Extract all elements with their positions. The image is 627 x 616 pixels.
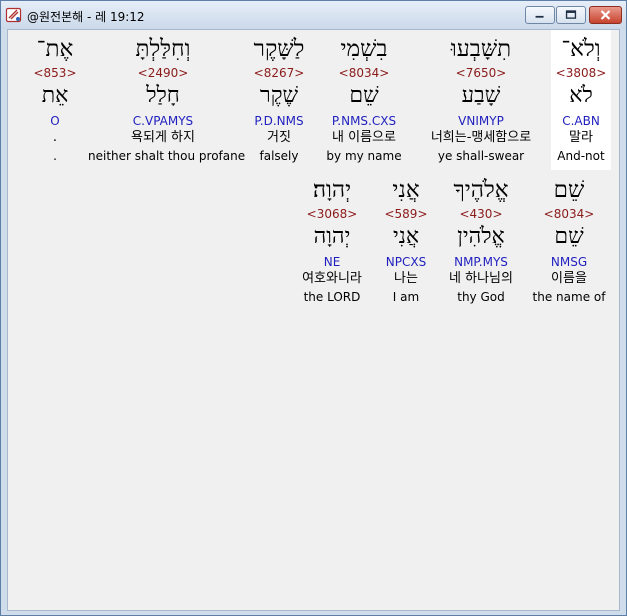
hebrew-word: תִשָּׁבְעוּ [450,36,512,62]
hebrew-word: אֶת־ [36,36,74,62]
lemma: אֵת [41,83,69,108]
korean-gloss: 내 이름으로 [332,130,396,145]
word-column[interactable]: בִשְׁמִי <8034> שֵׁם P.NMS.CXS 내 이름으로 by… [318,30,410,170]
english-gloss: falsely [259,149,299,163]
strong-number[interactable]: <7650> [413,66,549,80]
parsing-code: C.ABN [562,114,600,128]
strong-number[interactable]: <430> [438,207,524,221]
english-gloss: the LORD [303,290,361,304]
lemma: שֶׁקֶר [259,83,299,108]
hebrew-word: בִשְׁמִי [340,36,388,62]
lemma: אֱלֹהִין [457,224,505,249]
interlinear-panel: אֶת־ <853> אֵת O . . וְחִלַּלְתָּ <2490>… [7,29,620,611]
english-gloss: neither shalt thou profane [88,149,246,163]
minimize-icon [535,15,544,18]
strong-number[interactable]: <8034> [529,207,609,221]
maximize-button[interactable] [556,6,586,24]
english-gloss: ye shall-swear [437,149,525,163]
lemma: אֲנִי [392,224,420,249]
strong-number[interactable]: <8267> [240,66,318,80]
korean-gloss: 나는 [394,271,418,286]
strong-number[interactable]: <8034> [318,66,410,80]
parsing-code: VNIMYP [458,114,504,128]
korean-gloss: 욕되게 하지 [131,130,195,145]
parsing-code: NE [323,255,341,269]
strong-number[interactable]: <3808> [551,66,611,80]
english-gloss: I am [392,290,420,304]
hebrew-word: אֱלֹהֶיךָ [453,177,509,203]
parsing-code: NMSG [550,255,588,269]
title-bar[interactable]: @원전본해 - 레 19:12 [1,1,626,29]
hebrew-word: וְלֹא־ [561,36,601,62]
word-column[interactable]: שֵׁם <8034> שֵׁם NMSG 이름을 the name of [529,171,609,311]
close-icon [600,10,611,20]
korean-gloss: 네 하나님의 [449,271,513,286]
korean-gloss: 거짓 [267,130,291,145]
korean-gloss: 말라 [569,130,593,145]
english-gloss: by my name [326,149,402,163]
word-column[interactable]: תִשָּׁבְעוּ <7650> שָׁבַע VNIMYP 너희는-맹세함… [413,30,549,170]
maximize-icon [565,10,577,19]
korean-gloss: 여호와니라 [302,271,362,286]
word-column[interactable]: אֱלֹהֶיךָ <430> אֱלֹהִין NMP.MYS 네 하나님의 … [438,171,524,311]
hebrew-word: וְחִלַּלְתָּ [135,36,191,62]
word-column[interactable]: אֲנִי <589> אֲנִי NPCXS 나는 I am [378,171,434,311]
lemma: לֹא [569,83,593,108]
strong-number[interactable]: <3068> [296,207,368,221]
strong-number[interactable]: <853> [20,66,90,80]
parsing-code: NMP.MYS [454,255,508,269]
word-column[interactable]: וְחִלַּלְתָּ <2490> חָלַל C.VPAMYS 욕되게 하… [88,30,246,170]
strong-number[interactable]: <589> [378,207,434,221]
hebrew-word: יְהוָה׃ [312,177,352,203]
parsing-code: P.D.NMS [254,114,304,128]
parsing-code: C.VPAMYS [132,114,194,128]
english-gloss: . [53,149,57,163]
hebrew-word: שֵׁם [553,177,585,203]
lemma: חָלַל [146,83,180,108]
word-column[interactable]: אֶת־ <853> אֵת O . . [20,30,90,170]
english-gloss: the name of [532,290,606,304]
parsing-code: O [50,114,60,128]
window-title: @원전본해 - 레 19:12 [27,10,145,24]
parsing-code: P.NMS.CXS [331,114,397,128]
hebrew-word: אֲנִי [392,177,420,203]
book-icon [5,7,22,23]
word-column-selected[interactable]: וְלֹא־ <3808> לֹא C.ABN 말라 And-not [551,30,611,170]
minimize-button[interactable] [525,6,555,24]
close-button[interactable] [589,6,622,24]
english-gloss: And-not [557,149,605,163]
korean-gloss: 이름을 [551,271,587,286]
lemma: שָׁבַע [461,83,501,108]
english-gloss: thy God [457,290,505,304]
word-column[interactable]: לַשָּׁקֶר <8267> שֶׁקֶר P.D.NMS 거짓 false… [240,30,318,170]
app-window: @원전본해 - 레 19:12 אֶת־ <853> אֵת O . . וְח… [0,0,627,616]
hebrew-word: לַשָּׁקֶר [253,36,305,62]
strong-number[interactable]: <2490> [88,66,238,80]
parsing-code: NPCXS [385,255,427,269]
lemma: שֵׁם [349,83,379,108]
lemma: יְהוָה [313,224,351,249]
lemma: שֵׁם [554,224,584,249]
word-column[interactable]: יְהוָה׃ <3068> יְהוָה NE 여호와니라 the LORD [296,171,368,311]
korean-gloss: . [52,130,58,145]
korean-gloss: 너희는-맹세함으로 [430,130,532,145]
